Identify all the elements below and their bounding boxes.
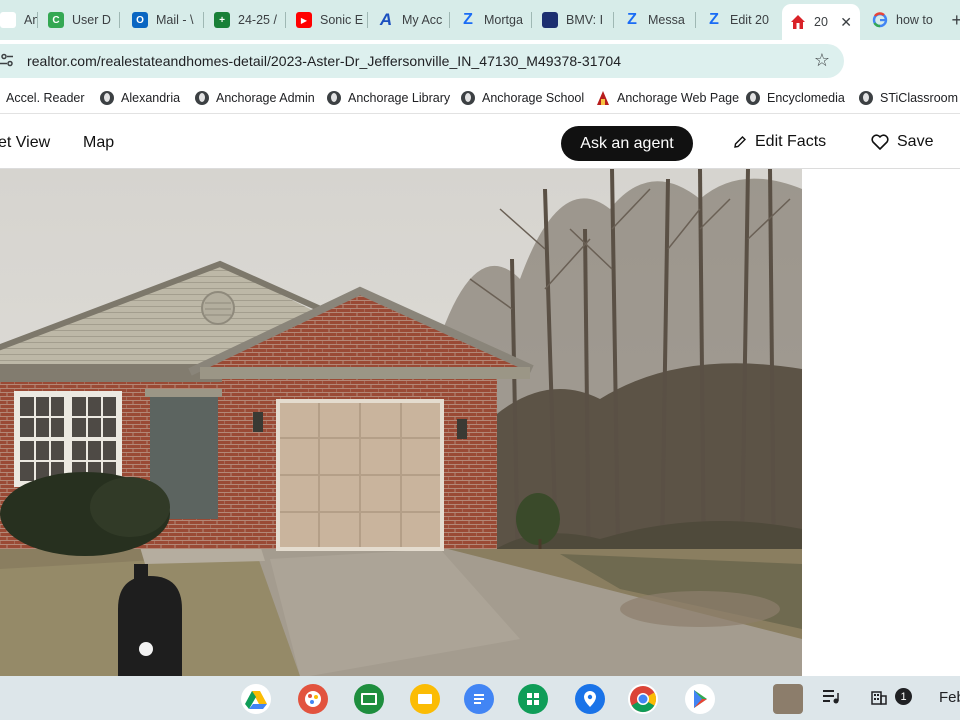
- map-link[interactable]: Map: [83, 134, 114, 152]
- tab-7[interactable]: BMV: I: [534, 4, 614, 36]
- tab-title: Mail - \: [156, 13, 194, 27]
- canvas-icon[interactable]: [298, 684, 328, 714]
- tab-title: User D: [72, 13, 111, 27]
- a-logo-icon: A: [379, 10, 393, 29]
- classroom-icon[interactable]: [354, 684, 384, 714]
- zillow-icon: Z: [627, 11, 637, 28]
- drive-icon[interactable]: [241, 684, 271, 714]
- bookmark-label: Anchorage Web Page: [617, 91, 740, 105]
- bookmark-label: Accel. Reader: [6, 91, 85, 105]
- tab-1[interactable]: C User D: [40, 4, 120, 36]
- bookmark-alexandria[interactable]: Alexandria: [100, 91, 180, 105]
- sheets-icon[interactable]: [518, 684, 548, 714]
- bookmark-sticlassroom[interactable]: STiClassroom: [859, 91, 958, 105]
- outlook-icon: O: [132, 12, 148, 28]
- bookmark-label: Anchorage School: [482, 91, 585, 105]
- new-tab-icon[interactable]: +: [951, 10, 960, 31]
- save-label: Save: [897, 133, 934, 150]
- street-view-link[interactable]: et View: [0, 134, 50, 152]
- tab-title: 24-25 /: [238, 13, 277, 27]
- pencil-icon: [734, 136, 746, 148]
- tab-6[interactable]: Z Mortga: [452, 4, 532, 36]
- ask-agent-button[interactable]: Ask an agent: [561, 126, 693, 161]
- notification-tray[interactable]: 1: [871, 688, 912, 705]
- building-icon: [871, 690, 887, 705]
- slides-icon[interactable]: [410, 684, 440, 714]
- save-button[interactable]: Save: [871, 133, 933, 151]
- tab-title: My Acc: [402, 13, 443, 27]
- bookmark-accel-reader[interactable]: Accel. Reader: [0, 91, 85, 105]
- profile-photo-icon[interactable]: [773, 684, 803, 714]
- tab-title: Messa: [648, 13, 685, 27]
- tab-8[interactable]: Z Messa: [616, 4, 696, 36]
- tab-title: how to: [896, 13, 933, 27]
- close-tab-icon[interactable]: ✕: [840, 14, 852, 31]
- tab-2[interactable]: O Mail - \: [124, 4, 204, 36]
- bookmark-anchorage-web-page[interactable]: Anchorage Web Page: [596, 91, 739, 105]
- tab-title: Edit 20: [730, 13, 769, 27]
- listing-header: et View Map Ask an agent Edit Facts Save: [0, 114, 960, 169]
- bookmark-anchorage-admin[interactable]: Anchorage Admin: [195, 91, 315, 105]
- heart-icon: [871, 134, 889, 150]
- globe-icon: [746, 91, 760, 105]
- bookmark-label: Anchorage Library: [348, 91, 451, 105]
- playlist-icon[interactable]: [822, 688, 840, 707]
- bookmark-star-icon[interactable]: ☆: [814, 50, 830, 71]
- site-settings-icon[interactable]: [0, 53, 14, 67]
- chrome-icon[interactable]: [628, 684, 658, 714]
- bookmark-label: Alexandria: [121, 91, 181, 105]
- globe-icon: [327, 91, 341, 105]
- school-logo-icon: [596, 91, 610, 105]
- globe-icon: [859, 91, 873, 105]
- tab-title: Ancho: [24, 13, 38, 27]
- bookmark-anchorage-library[interactable]: Anchorage Library: [327, 91, 450, 105]
- tab-5[interactable]: A My Acc: [370, 4, 450, 36]
- browser-toolbar: realtor.com/realestateandhomes-detail/20…: [0, 40, 960, 110]
- bmv-icon: [542, 12, 558, 28]
- tab-0[interactable]: Ancho: [0, 4, 38, 36]
- listing-side-panel: [802, 169, 960, 676]
- c-app-icon: C: [48, 12, 64, 28]
- listing-photo[interactable]: [0, 169, 802, 676]
- date-text[interactable]: Feb: [939, 689, 960, 706]
- youtube-icon: ▶: [296, 12, 312, 28]
- bookmark-label: Anchorage Admin: [216, 91, 315, 105]
- bookmark-label: STiClassroom: [880, 91, 959, 105]
- tab-title: 20: [814, 15, 828, 29]
- tab-11[interactable]: how to: [864, 4, 944, 36]
- globe-icon: [100, 91, 114, 105]
- edit-facts-button[interactable]: Edit Facts: [733, 133, 826, 151]
- bookmark-anchorage-school[interactable]: Anchorage School: [461, 91, 584, 105]
- google-icon: [872, 12, 888, 28]
- notification-count-badge: 1: [895, 688, 912, 705]
- zillow-icon: Z: [463, 11, 473, 28]
- tab-title: BMV: I: [566, 13, 604, 27]
- maps-icon[interactable]: [575, 684, 605, 714]
- bookmark-encyclomedia[interactable]: Encyclomedia: [746, 91, 845, 105]
- bookmark-label: Encyclomedia: [767, 91, 845, 105]
- tab-active[interactable]: 20 ✕: [782, 4, 860, 40]
- url-text[interactable]: realtor.com/realestateandhomes-detail/20…: [27, 53, 621, 69]
- edit-facts-label: Edit Facts: [755, 133, 827, 150]
- address-bar[interactable]: realtor.com/realestateandhomes-detail/20…: [0, 44, 844, 78]
- zillow-icon: Z: [709, 11, 719, 28]
- docs-icon[interactable]: [464, 684, 494, 714]
- realtor-home-icon: [790, 14, 806, 30]
- tab-title: Mortga: [484, 13, 523, 27]
- tab-9[interactable]: Z Edit 20: [698, 4, 780, 36]
- tab-strip: Ancho C User D O Mail - \ + 24-25 / ▶ So…: [0, 0, 960, 40]
- os-shelf: 1 Feb: [0, 676, 960, 720]
- play-store-icon[interactable]: [685, 684, 715, 714]
- globe-icon: [461, 91, 475, 105]
- tab-3[interactable]: + 24-25 /: [206, 4, 286, 36]
- globe-icon: [195, 91, 209, 105]
- tab-title: Sonic E: [320, 13, 364, 27]
- tab-4[interactable]: ▶ Sonic E: [288, 4, 368, 36]
- sheets-icon: +: [214, 12, 230, 28]
- bookmarks-bar: Accel. Reader Alexandria Anchorage Admin…: [0, 84, 960, 114]
